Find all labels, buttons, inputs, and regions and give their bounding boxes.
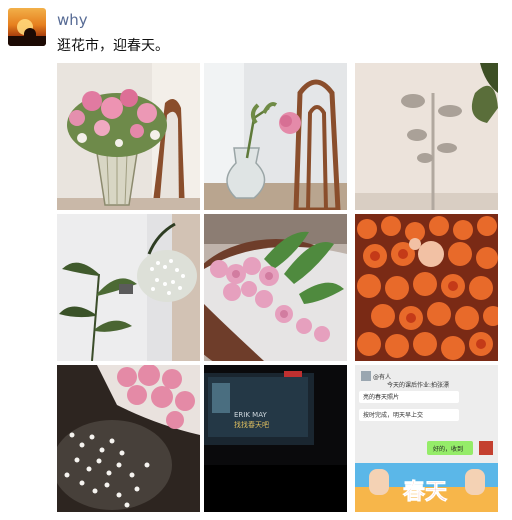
spring-banner: 春天 [403, 480, 448, 505]
chat-line-3: 亮的春天照片 [363, 393, 399, 401]
photo-1[interactable] [57, 63, 200, 210]
chat-line-1: @有人 [373, 373, 391, 381]
photo-7[interactable] [57, 365, 200, 512]
photo-2[interactable] [204, 63, 347, 210]
dark-karaoke-screen-photo: ERIK MAY 找找春天吧 [204, 365, 347, 512]
pink-bouquet-on-table-photo [204, 214, 347, 361]
photo-3[interactable] [355, 63, 498, 210]
chat-screenshot-photo: @有人 今天的课后作业:拍张漂 亮的春天照片 按时完成，明天早上交 好的，收到 … [355, 365, 498, 512]
photo-8[interactable]: ERIK MAY 找找春天吧 [204, 365, 347, 512]
babys-breath-pink-flowers-photo [57, 365, 200, 512]
orange-roses-market-stall-photo [355, 214, 498, 361]
photo-6[interactable] [355, 214, 498, 361]
chat-line-4: 按时完成，明天早上交 [363, 411, 423, 419]
chat-line-2: 今天的课后作业:拍张漂 [387, 381, 449, 389]
chat-reply: 好的，收到 [433, 445, 463, 453]
karaoke-lyrics-1: ERIK MAY [234, 411, 267, 419]
karaoke-lyrics-2: 找找春天吧 [234, 420, 269, 429]
post-text: 逛花市，迎春天。 [57, 38, 169, 54]
avatar-silhouette [24, 28, 36, 40]
plant-shadow-on-wall-photo [355, 63, 498, 210]
photo-5[interactable] [204, 214, 347, 361]
username[interactable]: why [57, 10, 88, 30]
babys-breath-and-plant-photo [57, 214, 200, 361]
pink-carnations-in-vase-photo [57, 63, 200, 210]
avatar[interactable] [8, 8, 46, 46]
photo-4[interactable] [57, 214, 200, 361]
single-rose-glass-vase-photo [204, 63, 347, 210]
photo-9[interactable]: @有人 今天的课后作业:拍张漂 亮的春天照片 按时完成，明天早上交 好的，收到 … [355, 365, 498, 512]
photo-grid: ERIK MAY 找找春天吧 @有人 今天的课后作业:拍张漂 亮的春天照片 按时… [57, 63, 504, 512]
